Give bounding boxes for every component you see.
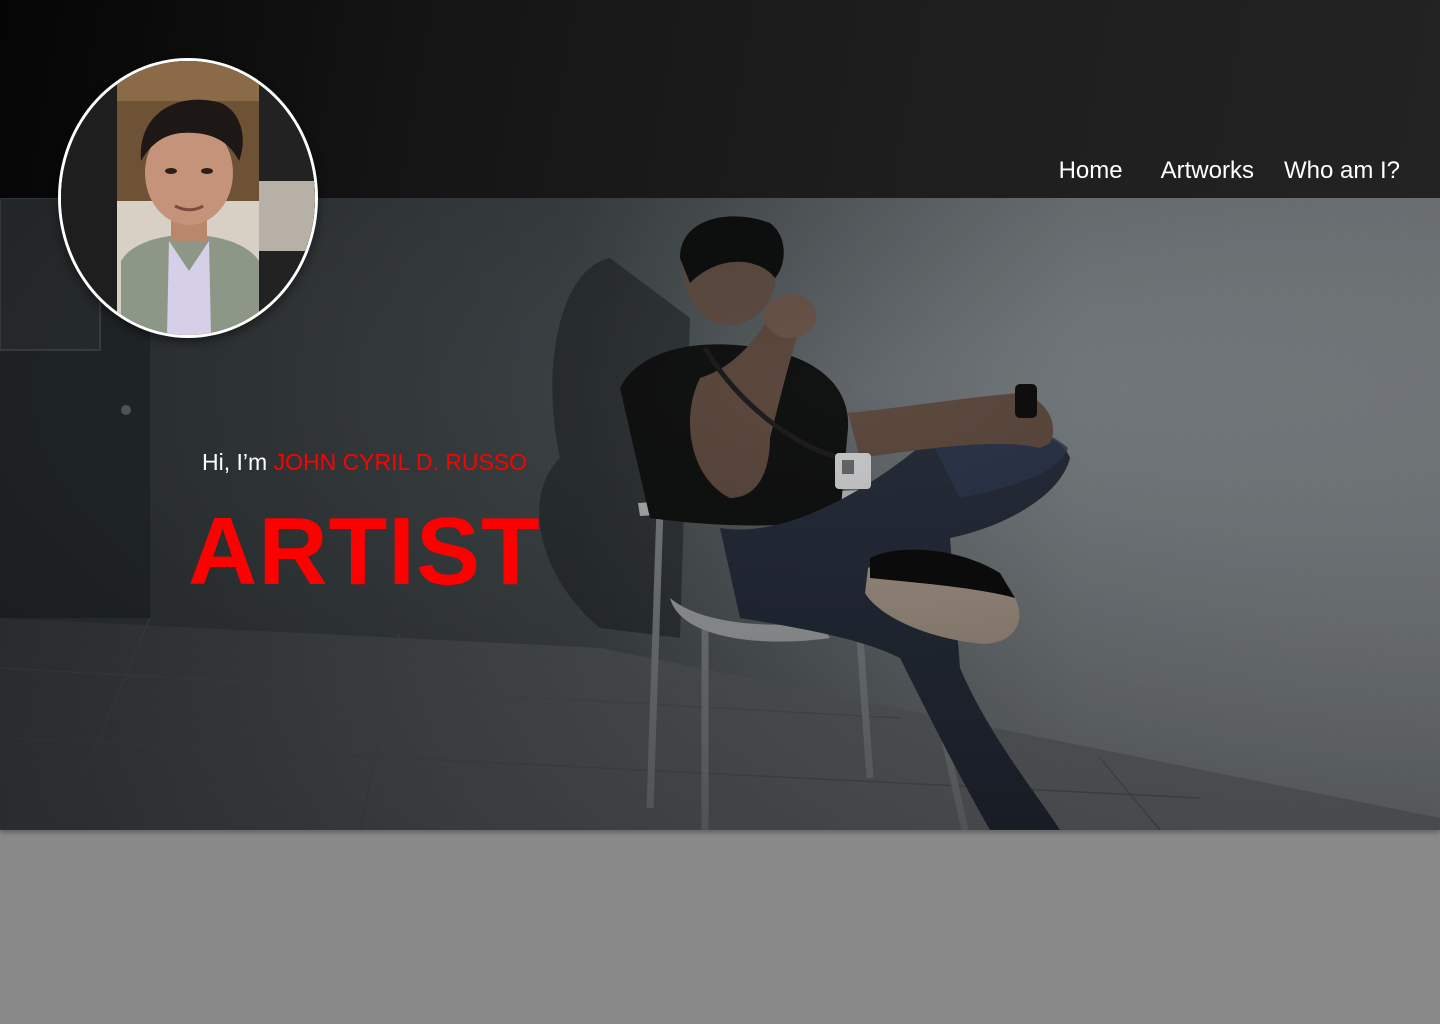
avatar-photo bbox=[61, 61, 315, 335]
profile-avatar bbox=[58, 58, 318, 338]
nav-artworks-link[interactable]: Artworks bbox=[1161, 155, 1254, 187]
nav-who-am-i-link[interactable]: Who am I? bbox=[1284, 155, 1400, 187]
nav-home-link[interactable]: Home bbox=[1059, 155, 1123, 187]
artist-name: JOHN CYRIL D. RUSSO bbox=[273, 449, 528, 475]
hero-role-title: ARTIST bbox=[188, 498, 541, 605]
main-nav: Home Artworks Who am I? bbox=[1059, 155, 1400, 187]
hero-greeting: Hi, I’m JOHN CYRIL D. RUSSO bbox=[202, 447, 527, 477]
page: Home Artworks Who am I? Hi, I’m JOHN CYR… bbox=[0, 0, 1440, 1024]
greeting-prefix: Hi, I’m bbox=[202, 449, 274, 475]
